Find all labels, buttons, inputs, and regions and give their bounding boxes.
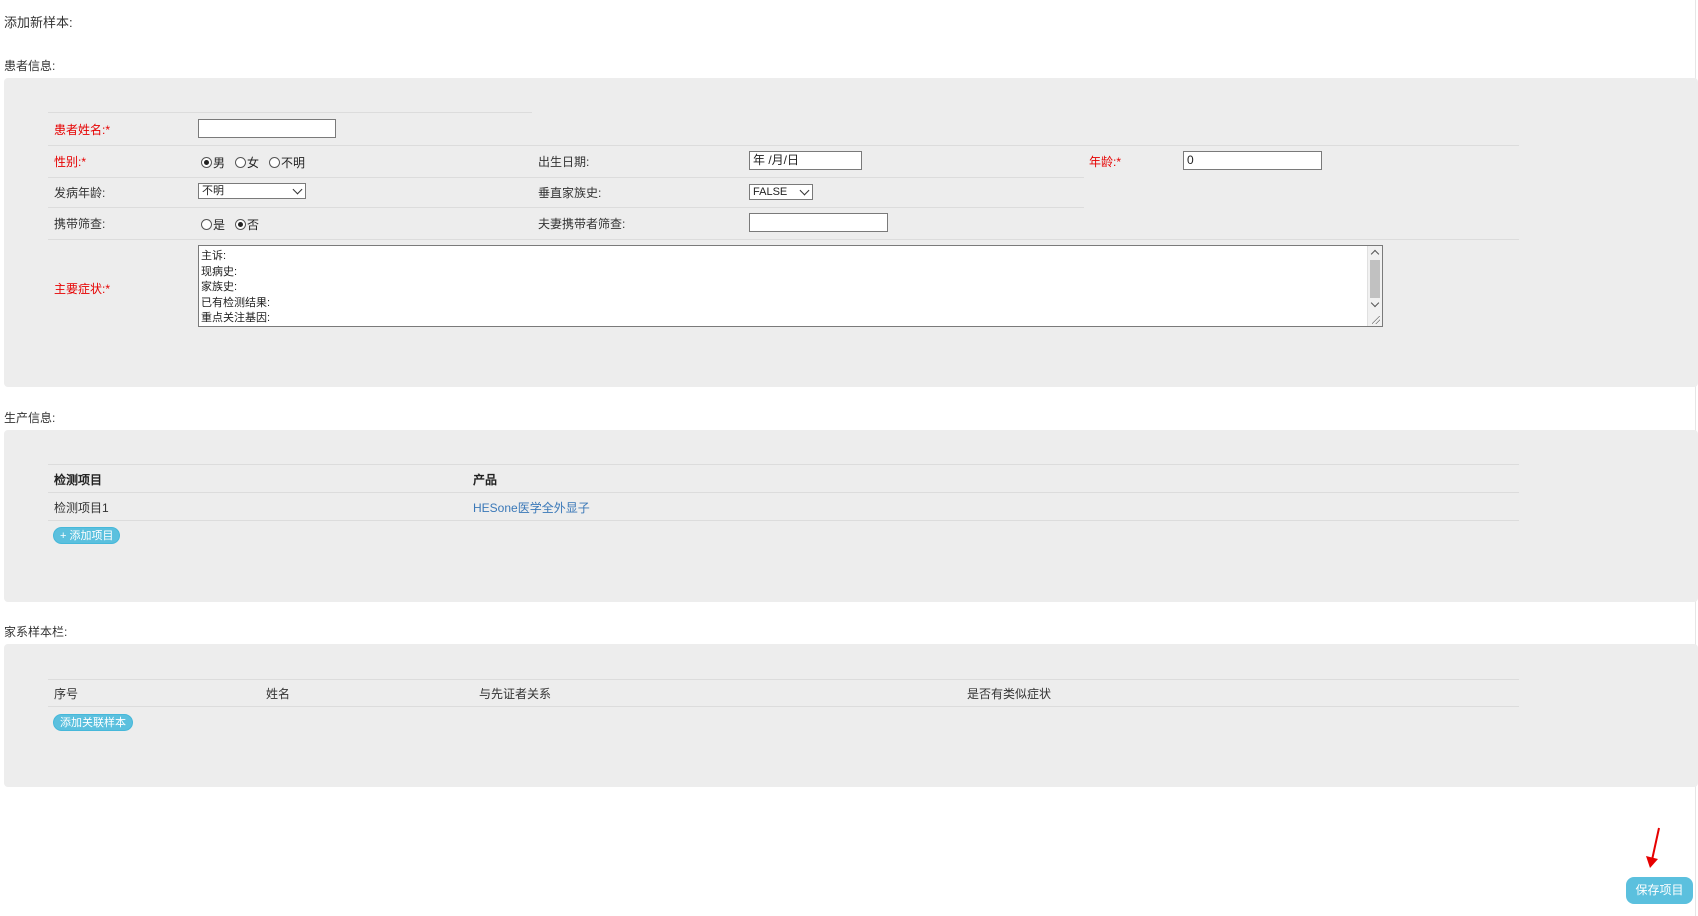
production-info-panel: 检测项目 产品 检测项目1 HESone医学全外显子 + 添加项目 [4,430,1698,602]
radio-unchecked-icon [269,157,281,168]
patient-section-title: 患者信息: [4,59,56,73]
symptom-line: 主诉: [201,250,227,262]
table-top-border [48,464,1519,465]
main-symptom-textarea[interactable]: 主诉: 现病史: 家族史: 已有检测结果: 重点关注基因: [198,245,1383,327]
age-label: 年龄:* [1089,155,1122,169]
scroll-thumb[interactable] [1370,260,1380,298]
row-divider [48,112,532,113]
radio-checked-icon [201,157,212,168]
product-link[interactable]: HESone医学全外显子 [473,499,590,516]
gender-option-unknown[interactable]: 不明 [269,154,305,171]
row-divider [48,145,1519,146]
gender-option-female[interactable]: 女 [235,154,259,171]
patient-info-panel: 患者姓名:* 性别:* 男女不明 出生日期: 年 /月/日 年龄:* 0 发病年… [4,78,1698,387]
radio-unchecked-icon [235,157,247,168]
gender-option-male[interactable]: 男 [201,154,225,171]
symptom-line: 现病史: [201,265,238,278]
symptom-line: 家族史: [201,281,238,293]
gender-label: 性别:* [54,155,87,169]
radio-checked-icon [235,219,247,230]
carrier-option-no[interactable]: 否 [235,216,259,233]
column-header-test-item: 检测项目 [54,473,103,487]
add-test-item-button[interactable]: + 添加项目 [53,527,121,544]
annotation-arrow-icon [1646,827,1660,868]
birth-date-input[interactable]: 年 /月/日 [749,151,862,170]
onset-age-label: 发病年龄: [54,186,106,200]
vertical-family-history-select[interactable]: FALSE [749,184,813,200]
row-divider [48,207,1084,208]
symptom-line: 已有检测结果: [201,296,271,309]
test-item-cell: 检测项目1 [54,501,109,515]
table-top-border [48,679,1519,680]
radio-unchecked-icon [201,219,212,230]
row-divider [48,492,1519,493]
spouse-carrier-label: 夫妻携带者筛查: [538,217,626,231]
column-header-similar-symptoms: 是否有类似症状 [967,687,1052,701]
patient-name-input[interactable] [198,119,336,138]
symptom-line: 重点关注基因: [201,312,271,324]
row-divider [48,706,1519,707]
chevron-down-icon [292,184,303,195]
save-project-button[interactable]: 保存项目 [1626,877,1693,904]
row-divider [48,177,1084,178]
resize-grip-icon[interactable] [1372,316,1380,324]
vertical-family-history-label: 垂直家族史: [538,186,602,200]
page-title: 添加新样本: [4,15,73,30]
row-divider [48,239,1519,240]
carrier-option-yes[interactable]: 是 [201,216,225,233]
main-symptom-label: 主要症状:* [54,282,111,296]
gender-radio-group: 男女不明 [201,154,315,171]
family-samples-panel: 序号 姓名 与先证者关系 是否有类似症状 添加关联样本 [4,644,1698,787]
textarea-scrollbar[interactable] [1367,246,1382,326]
row-divider [48,520,1519,521]
column-header-product: 产品 [473,473,498,487]
patient-name-label: 患者姓名:* [54,123,111,137]
family-section-title: 家系样本栏: [4,625,68,639]
carrier-screening-label: 携带筛查: [54,217,106,231]
birth-date-label: 出生日期: [538,155,590,169]
scroll-up-icon[interactable] [1370,249,1380,259]
chevron-down-icon [799,185,810,196]
column-header-relation: 与先证者关系 [479,687,552,701]
spouse-carrier-input[interactable] [749,213,888,232]
column-header-index: 序号 [54,687,79,701]
production-section-title: 生产信息: [4,411,56,425]
scroll-down-icon[interactable] [1370,298,1380,308]
age-input[interactable]: 0 [1183,151,1322,170]
onset-age-select[interactable]: 不明 [198,183,306,199]
carrier-radio-group: 是否 [201,216,269,233]
column-header-name: 姓名 [266,687,291,701]
add-related-sample-button[interactable]: 添加关联样本 [53,714,133,731]
